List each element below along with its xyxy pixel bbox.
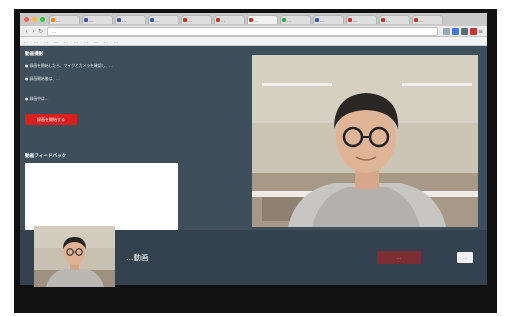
browser-tab[interactable]: …	[181, 15, 212, 24]
bookmark-item[interactable]: …	[54, 39, 58, 44]
tab-list: … … … … … … … … … … … …	[49, 15, 443, 24]
browser-tab[interactable]: …	[313, 15, 344, 24]
bookmarks-bar: … … … … … … … … … …	[20, 37, 487, 46]
instruction-text: ● 録画開始後は、…	[25, 76, 60, 81]
tab-strip: … … … … … … … … … … … …	[20, 13, 487, 26]
tab-favicon-icon	[381, 18, 385, 22]
self-video-preview	[34, 226, 115, 287]
feedback-textarea[interactable]	[25, 163, 178, 235]
url-field[interactable]: …	[47, 26, 438, 36]
tab-favicon-icon	[282, 18, 286, 22]
bookmark-item[interactable]: …	[44, 39, 48, 44]
extension-icon[interactable]	[443, 27, 450, 35]
bookmark-item[interactable]: …	[74, 39, 78, 44]
bottom-label: …動画	[126, 253, 149, 262]
finish-button[interactable]: …	[377, 251, 421, 264]
tab-favicon-icon	[414, 18, 418, 22]
tab-favicon-icon	[117, 18, 121, 22]
tab-favicon-icon	[348, 18, 352, 22]
maximize-window-icon[interactable]	[40, 17, 45, 22]
menu-icon[interactable]: ≡	[477, 28, 484, 35]
reload-icon[interactable]: ↻	[37, 28, 44, 35]
browser-tab[interactable]: …	[148, 15, 179, 24]
tab-favicon-icon	[51, 18, 55, 22]
start-recording-button[interactable]: 録画を開始する	[25, 114, 77, 125]
browser-tab[interactable]: …	[412, 15, 443, 24]
remote-video	[252, 55, 478, 227]
minimize-window-icon[interactable]	[32, 17, 37, 22]
tab-favicon-icon	[183, 18, 187, 22]
browser-tab[interactable]: …	[214, 15, 245, 24]
close-window-icon[interactable]	[24, 17, 29, 22]
tab-favicon-icon	[216, 18, 220, 22]
small-action-button[interactable]: …	[457, 252, 473, 263]
browser-tab[interactable]: …	[346, 15, 377, 24]
back-icon[interactable]: ‹	[23, 28, 30, 35]
window-controls	[24, 17, 45, 22]
bookmark-item[interactable]: …	[34, 39, 38, 44]
extension-icon[interactable]	[452, 27, 459, 35]
remote-video-image	[252, 55, 478, 227]
extension-icon[interactable]	[461, 27, 468, 35]
bookmark-item[interactable]: …	[24, 39, 28, 44]
extension-icon[interactable]	[470, 27, 477, 35]
browser-tab[interactable]: …	[115, 15, 146, 24]
instruction-text: ● 録画を開始したら、マイクとカメラを確認し、…	[25, 63, 113, 68]
browser-tab[interactable]: …	[280, 15, 311, 24]
tab-favicon-icon	[84, 18, 88, 22]
browser-tab[interactable]: …	[82, 15, 113, 24]
tab-favicon-icon	[249, 18, 253, 22]
section-title-recording: 動画撮影	[25, 52, 44, 57]
bookmark-item[interactable]: …	[94, 39, 98, 44]
instruction-text: ● 録画中は…	[25, 96, 49, 101]
browser-tab[interactable]: …	[49, 15, 80, 24]
tab-favicon-icon	[150, 18, 154, 22]
self-video-image	[34, 226, 115, 287]
tab-favicon-icon	[315, 18, 319, 22]
bookmark-item[interactable]: …	[84, 39, 88, 44]
forward-icon[interactable]: ›	[30, 28, 37, 35]
bookmark-item[interactable]: …	[114, 39, 118, 44]
bookmark-item[interactable]: …	[64, 39, 68, 44]
browser-tab[interactable]: …	[379, 15, 410, 24]
browser-tab-active[interactable]: …	[247, 15, 278, 24]
address-bar: ‹ › ↻ … ≡	[20, 26, 487, 37]
section-title-feedback: 動画フィードバック	[25, 154, 67, 159]
bookmark-item[interactable]: …	[104, 39, 108, 44]
